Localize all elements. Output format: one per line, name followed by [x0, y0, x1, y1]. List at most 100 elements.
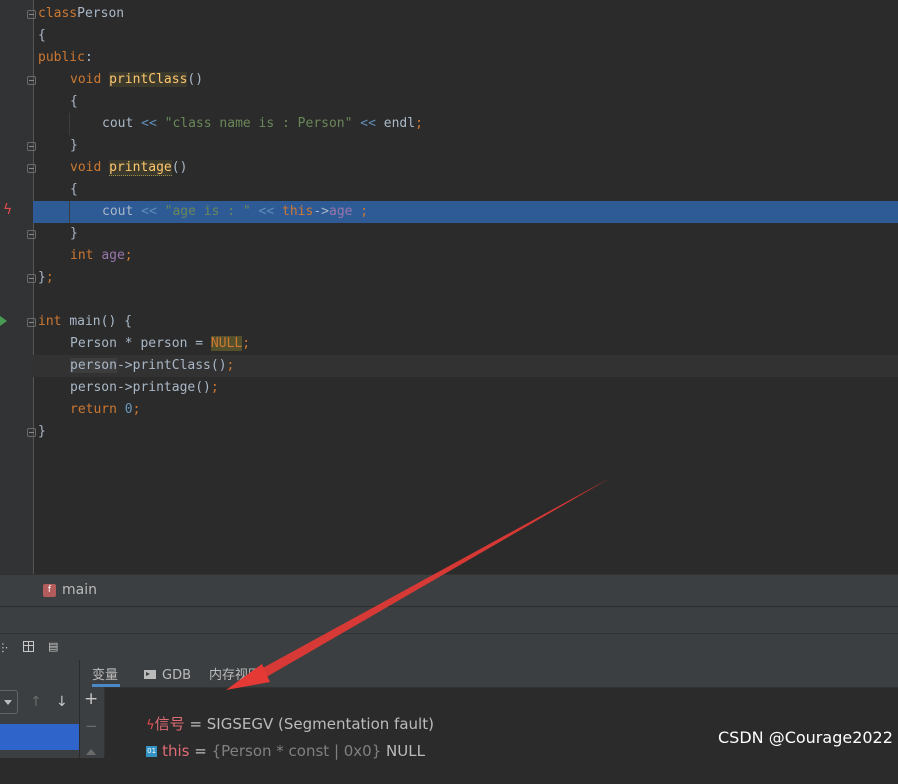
add-watch-button[interactable]: + [84, 689, 98, 709]
code-token: ; [415, 116, 423, 131]
code-token: << [250, 204, 275, 219]
tab-gdb[interactable]: GDB [162, 660, 191, 687]
code-line[interactable]: { [38, 25, 46, 47]
toolbar-overflow-icon[interactable]: ⸭ [0, 639, 8, 656]
code-token: } [38, 270, 46, 285]
indent-guide [69, 113, 70, 135]
tab-memory-view[interactable]: 内存视图 [209, 660, 261, 687]
code-token: ; [124, 248, 133, 263]
code-token: << [141, 204, 157, 219]
panel-separator [0, 606, 898, 634]
code-line[interactable]: person->printClass(); [70, 355, 234, 377]
gutter-divider [33, 0, 34, 574]
code-token: void [70, 160, 102, 175]
field-icon: 01 [146, 746, 158, 757]
code-line[interactable]: int age; [70, 245, 133, 267]
code-line[interactable]: } [38, 421, 46, 443]
code-token: -> [313, 204, 329, 219]
code-token: << [141, 116, 157, 131]
gdb-icon [144, 670, 156, 679]
table-layout-icon[interactable] [23, 641, 34, 652]
line-gutter[interactable] [0, 0, 33, 574]
code-token: } [70, 226, 78, 241]
code-token: printage [109, 160, 172, 176]
code-line[interactable]: void printClass() [70, 69, 203, 91]
fold-toggle-icon[interactable] [27, 230, 36, 239]
code-token: ->printClass() [116, 358, 227, 373]
code-line[interactable]: int main() { [38, 311, 132, 333]
variable-row[interactable]: ϟ信号 = SIGSEGV (Segmentation fault) [127, 691, 434, 733]
frames-panel: ↑ ↓ [0, 660, 80, 758]
code-token: public [38, 50, 85, 65]
code-line[interactable]: { [70, 179, 78, 201]
code-line[interactable]: } [70, 135, 78, 157]
breadcrumb: f main [0, 574, 898, 607]
code-token: { [38, 28, 46, 43]
code-token: ; [352, 204, 369, 219]
variables-panel: ϟ信号 = SIGSEGV (Segmentation fault) 01 thi… [105, 688, 898, 760]
code-token: printClass [109, 72, 188, 87]
code-token: cout [102, 204, 142, 219]
move-up-icon[interactable] [86, 749, 96, 755]
code-token: : [84, 50, 93, 65]
fold-toggle-icon[interactable] [27, 164, 36, 173]
remove-watch-button[interactable]: − [85, 717, 98, 735]
code-line[interactable]: classPerson [38, 3, 124, 25]
code-line[interactable]: person->printage(); [70, 377, 219, 399]
code-token: endl [383, 116, 416, 131]
code-token: Person * person = [70, 336, 211, 351]
code-token: NULL [210, 336, 243, 351]
list-layout-icon[interactable]: ▤ [48, 641, 60, 652]
next-frame-icon[interactable]: ↓ [56, 694, 68, 710]
fold-toggle-icon[interactable] [27, 76, 36, 85]
code-token: main [69, 314, 101, 329]
watermark: CSDN @Courage2022 [718, 728, 893, 747]
code-token: this [282, 204, 314, 219]
code-line[interactable]: } [70, 223, 78, 245]
code-line[interactable]: cout << "class name is : Person" << endl… [102, 113, 423, 135]
fold-toggle-icon[interactable] [27, 318, 36, 327]
code-token: ; [45, 270, 54, 285]
fold-toggle-icon[interactable] [27, 428, 36, 437]
run-gutter-icon[interactable] [0, 316, 7, 326]
debugger-tabs: 变量 GDB 内存视图 [80, 660, 898, 688]
variables-sidebar: + − [80, 687, 105, 758]
breadcrumb-function[interactable]: main [62, 582, 97, 598]
code-token: "class name is : Person" [156, 116, 353, 131]
code-token: () { [100, 314, 132, 329]
code-line[interactable]: }; [38, 267, 54, 289]
thread-selector[interactable] [0, 690, 18, 714]
code-line[interactable]: void printage() [70, 157, 187, 179]
fold-toggle-icon[interactable] [27, 142, 36, 151]
code-token: ; [242, 336, 251, 351]
code-token: Person [77, 6, 125, 21]
code-token: () [171, 160, 188, 175]
debug-toolbar: ⸭ ▤ [0, 633, 898, 661]
code-token: age [101, 248, 125, 263]
code-line[interactable]: Person * person = NULL; [70, 333, 250, 355]
code-token: person [70, 358, 117, 373]
tab-variables[interactable]: 变量 [92, 660, 120, 687]
code-token: 0 [124, 402, 133, 417]
code-line[interactable]: public: [38, 47, 93, 69]
selected-frame-row[interactable] [0, 724, 79, 750]
function-icon: f [43, 584, 56, 597]
code-editor[interactable]: classPerson{public: void printClass(){cou… [0, 0, 898, 574]
fold-toggle-icon[interactable] [27, 274, 36, 283]
previous-frame-icon[interactable]: ↑ [30, 694, 42, 710]
variable-row[interactable]: 01 this = {Person * const | 0x0} NULL [127, 718, 425, 760]
code-token: void [70, 72, 102, 87]
variable-value: NULL [381, 742, 425, 760]
exception-breakpoint-icon[interactable]: ϟ [3, 202, 12, 218]
code-token: return [70, 402, 117, 417]
code-line[interactable]: cout << "age is : " << this->age ; [102, 201, 368, 223]
code-line[interactable]: return 0; [70, 399, 140, 421]
fold-toggle-icon[interactable] [27, 10, 36, 19]
code-token: cout [102, 116, 142, 131]
code-line[interactable]: { [70, 91, 78, 113]
variable-equals: = [189, 742, 212, 760]
